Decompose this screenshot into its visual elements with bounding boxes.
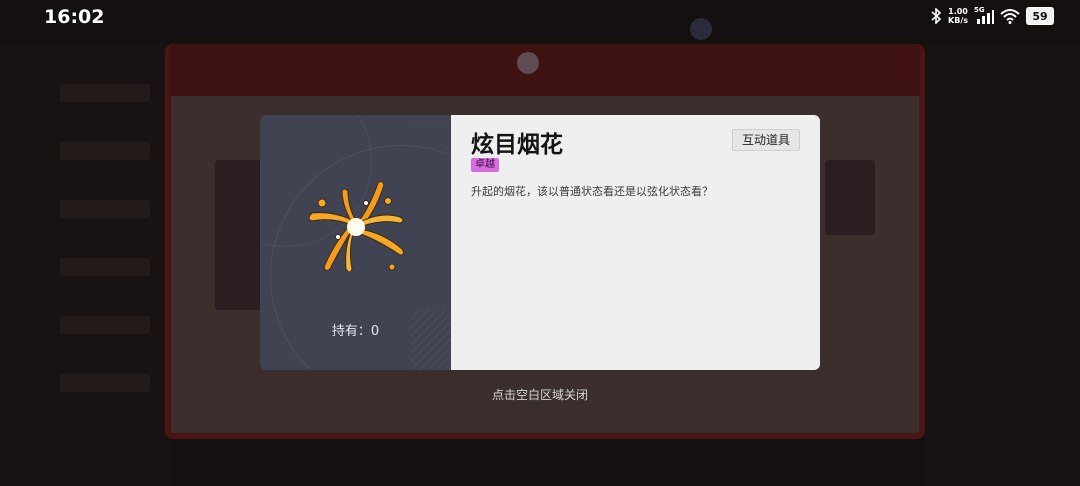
background-shop-header <box>170 44 920 96</box>
wifi-icon <box>1000 9 1020 24</box>
status-bar: 16:02 1.00 KB/s 5G 59 <box>0 0 1080 36</box>
background-right-panel <box>925 44 1080 486</box>
owned-count: 持有：0 <box>331 324 380 339</box>
status-icons: 1.00 KB/s 5G 59 <box>930 6 1054 25</box>
item-name: 炫目烟花 <box>471 132 563 158</box>
firework-icon <box>308 180 405 273</box>
background-card <box>215 160 265 310</box>
background-card <box>825 160 875 235</box>
battery-level: 59 <box>1032 9 1048 23</box>
background-list-item <box>60 200 150 218</box>
item-info-panel: 炫目烟花 卓越 互动道具 升起的烟花，该以普通状态看还是以弦化状态看？ <box>451 115 820 370</box>
signal-icon: 5G <box>974 6 994 24</box>
battery-icon: 59 <box>1026 7 1054 25</box>
clock: 16:02 <box>44 6 105 28</box>
background-list-item <box>60 258 150 276</box>
decorative-text: · · · · · · · <box>409 121 443 127</box>
item-preview-panel: · · · · · · · 持有：0 <box>260 115 451 370</box>
category-tag: 互动道具 <box>731 129 800 151</box>
network-speed-unit: KB/s <box>948 16 968 25</box>
item-description: 升起的烟花，该以普通状态看还是以弦化状态看？ <box>471 185 713 198</box>
background-left-panel <box>0 44 170 486</box>
rarity-badge: 卓越 <box>471 158 499 172</box>
background-list-item <box>60 84 150 102</box>
network-speed: 1.00 KB/s <box>948 7 968 25</box>
background-list-item <box>60 142 150 160</box>
item-detail-modal: · · · · · · · 持有：0 炫目烟花 卓越 互动道具 升起的烟花，该以… <box>260 115 820 370</box>
close-hint: 点击空白区域关闭 <box>491 388 588 402</box>
decorative-lines <box>411 310 451 370</box>
network-speed-value: 1.00 <box>948 7 968 16</box>
touch-indicator <box>517 52 539 74</box>
background-list-item <box>60 316 150 334</box>
bluetooth-icon <box>931 8 942 24</box>
